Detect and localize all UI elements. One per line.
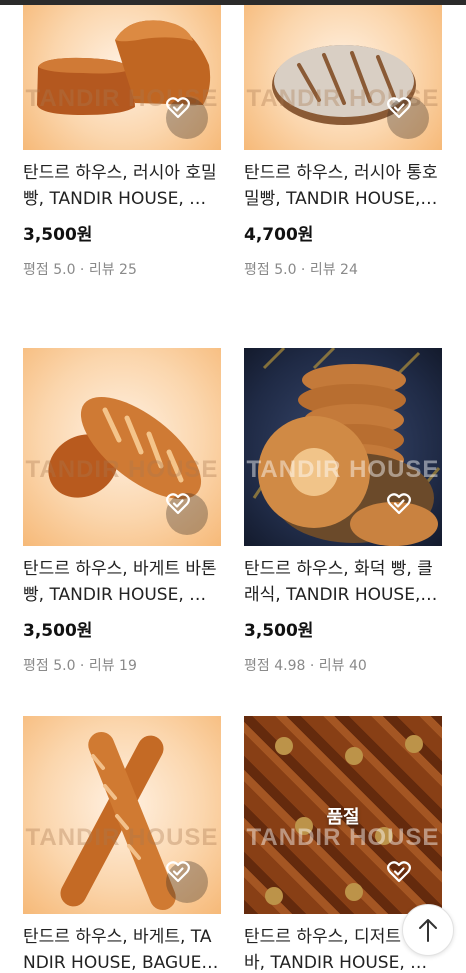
scroll-to-top-button[interactable] xyxy=(402,904,454,956)
product-rating: 평점 4.98 · 리뷰 40 xyxy=(244,658,367,674)
product-price: 3,500원 xyxy=(23,225,93,245)
product-image[interactable]: TANDIR HOUSE xyxy=(244,348,442,546)
heart-check-icon xyxy=(387,97,411,119)
product-title[interactable]: 탄드르 하우스, 바게트, TANDIR HOUSE, BAGUETTE xyxy=(23,924,221,973)
product-image[interactable]: TANDIR HOUSE xyxy=(23,5,221,150)
product-title[interactable]: 탄드르 하우스, 바게트 바톤빵, TANDIR HOUSE, 바톤빵 xyxy=(23,556,221,608)
product-title[interactable]: 탄드르 하우스, 러시아 통호밀빵, TANDIR HOUSE, 통호밀빵 xyxy=(244,160,442,212)
product-card[interactable]: TANDIR HOUSE 탄드르 하우스, 바게트 바톤빵, TANDIR HO… xyxy=(23,348,221,675)
wishlist-button[interactable] xyxy=(387,493,429,535)
product-title[interactable]: 탄드르 하우스, 화덕 빵, 클래식, TANDIR HOUSE, 화덕 빵 xyxy=(244,556,442,608)
product-image[interactable]: TANDIR HOUSE xyxy=(23,348,221,546)
product-image[interactable]: TANDIR HOUSE 품절 xyxy=(244,716,442,914)
product-rating: 평점 5.0 · 리뷰 19 xyxy=(23,658,137,674)
heart-outline-icon xyxy=(387,861,411,883)
heart-check-icon xyxy=(166,861,190,883)
soldout-label: 품절 xyxy=(326,807,360,828)
product-title[interactable]: 탄드르 하우스, 러시아 호밀빵, TANDIR HOUSE, 러시아 호밀빵 xyxy=(23,160,221,212)
wishlist-button[interactable] xyxy=(166,493,208,535)
product-rating: 평점 5.0 · 리뷰 25 xyxy=(23,262,137,278)
heart-check-icon xyxy=(166,97,190,119)
wishlist-button[interactable] xyxy=(166,861,208,903)
product-card[interactable]: TANDIR HOUSE 탄드르 하우스, 화덕 빵, 클래식, TANDIR … xyxy=(244,348,442,675)
wishlist-button[interactable] xyxy=(387,861,429,903)
product-card[interactable]: TANDIR HOUSE 탄드르 하우스, 바게트, TANDIR HOUSE,… xyxy=(23,716,221,973)
heart-check-icon xyxy=(387,493,411,515)
product-grid: TANDIR HOUSE 탄드르 하우스, 러시아 호밀빵, TANDIR HO… xyxy=(0,0,466,973)
product-image[interactable]: TANDIR HOUSE xyxy=(244,5,442,150)
product-image[interactable]: TANDIR HOUSE xyxy=(23,716,221,914)
product-card[interactable]: TANDIR HOUSE 탄드르 하우스, 러시아 호밀빵, TANDIR HO… xyxy=(23,5,221,279)
product-price: 3,500원 xyxy=(244,621,314,641)
product-price: 3,500원 xyxy=(23,621,93,641)
product-rating: 평점 5.0 · 리뷰 24 xyxy=(244,262,358,278)
wishlist-button[interactable] xyxy=(387,97,429,139)
product-price: 4,700원 xyxy=(244,225,314,245)
wishlist-button[interactable] xyxy=(166,97,208,139)
heart-check-icon xyxy=(166,493,190,515)
arrow-up-icon xyxy=(419,919,437,942)
product-card[interactable]: TANDIR HOUSE 탄드르 하우스, 러시아 통호밀빵, TANDIR H… xyxy=(244,5,442,279)
